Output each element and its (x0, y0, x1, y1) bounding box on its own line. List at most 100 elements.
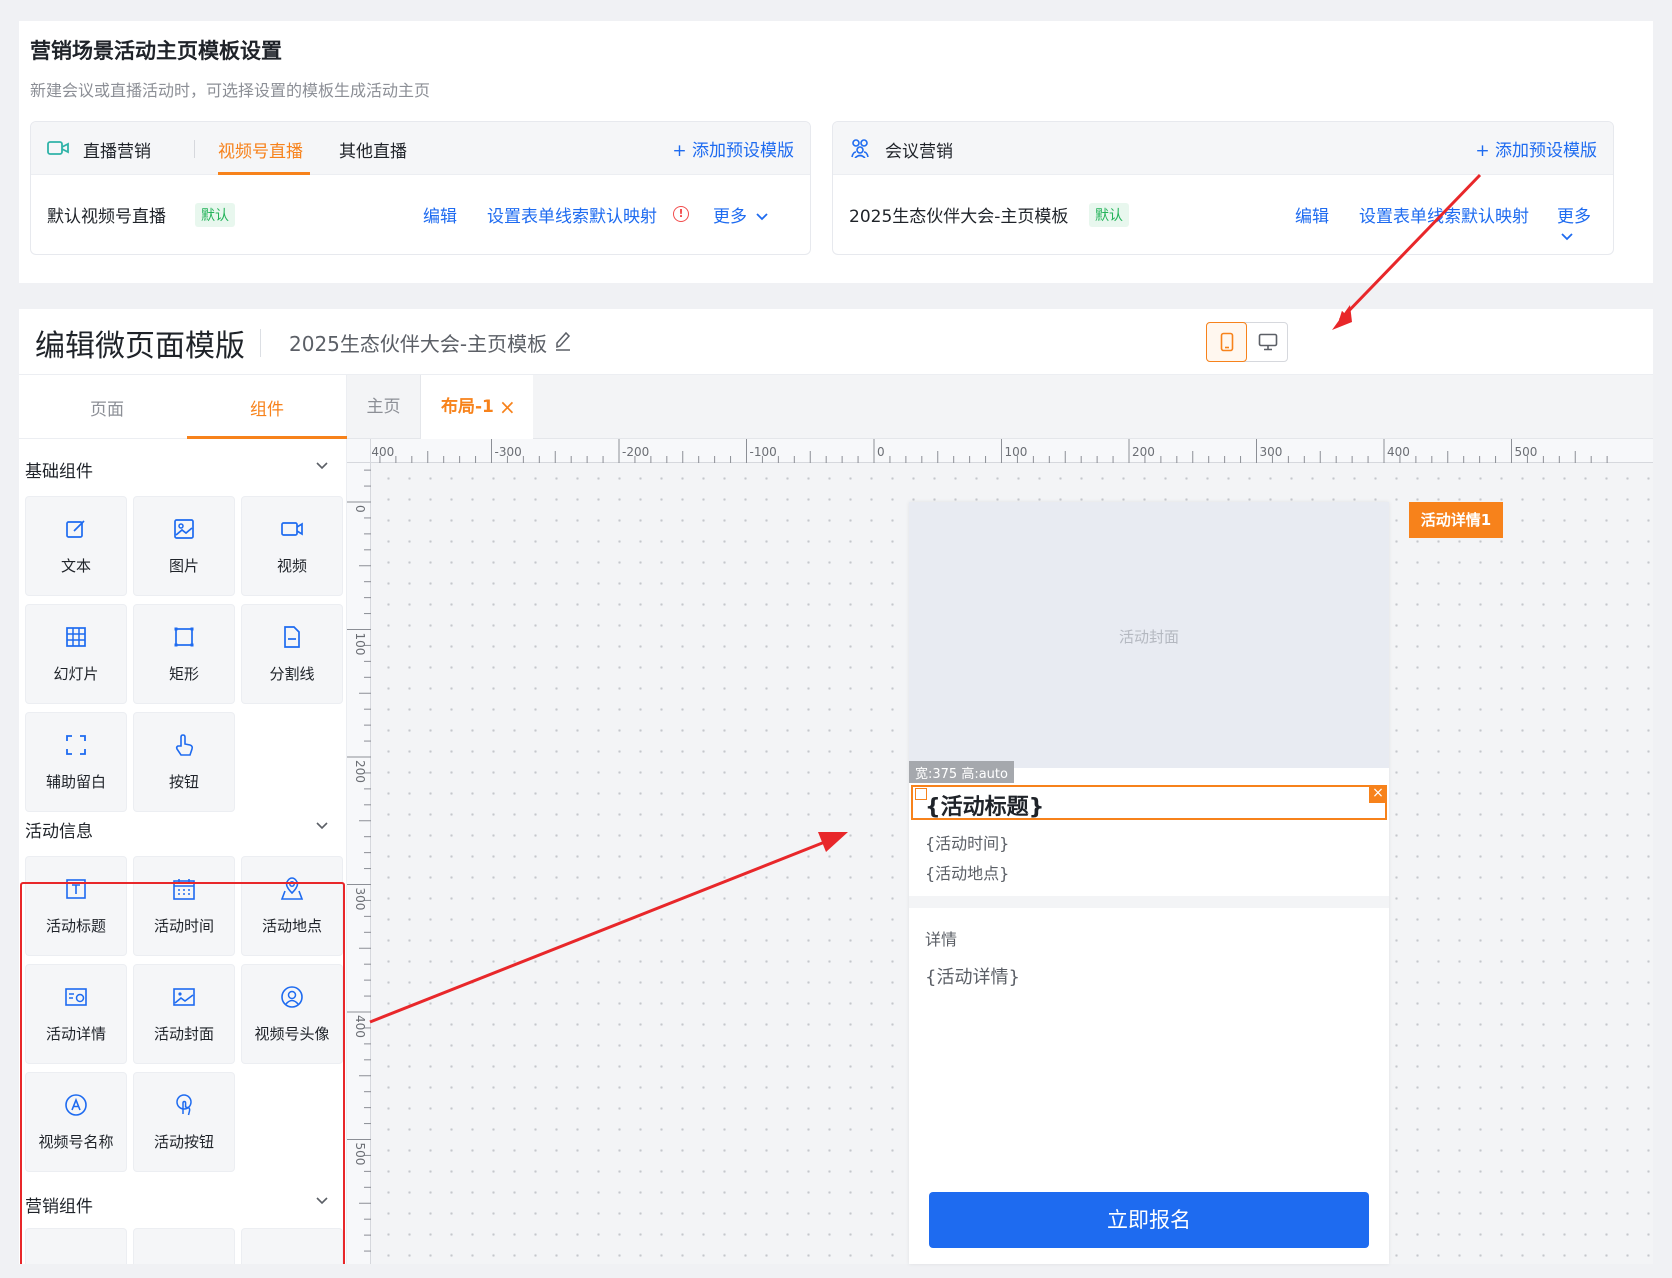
ruler-corner (347, 439, 371, 463)
more-label: 更多 (1557, 207, 1591, 227)
settings-subtitle: 新建会议或直播活动时，可选择设置的模板生成活动主页 (30, 81, 431, 100)
component-divider[interactable]: 分割线 (241, 604, 343, 704)
more-dropdown[interactable]: 更多 (713, 202, 769, 227)
desktop-view-button[interactable] (1247, 322, 1288, 362)
divider (194, 140, 195, 158)
add-preset-template-button[interactable]: + 添加预设模版 (1475, 136, 1597, 161)
ruler-label: 500 (1515, 445, 1538, 459)
ruler-label: 100 (1005, 445, 1028, 459)
tab-layout-1[interactable]: 布局-1 × (421, 375, 533, 439)
ruler-label: -200 (622, 445, 649, 459)
component-marketing-partial[interactable] (241, 1228, 343, 1264)
meeting-marketing-card: 会议营销 + 添加预设模版 2025生态伙伴大会-主页模板 默认 编辑 设置表单… (832, 121, 1614, 255)
group-header-activity[interactable]: 活动信息 (19, 807, 347, 847)
pencil-edit-icon[interactable] (554, 330, 572, 352)
close-icon[interactable]: × (1369, 785, 1387, 803)
active-tab-indicator (187, 436, 347, 439)
warning-icon[interactable]: ! (673, 206, 689, 222)
default-badge: 默认 (195, 203, 235, 227)
rectangle-icon (174, 627, 194, 647)
ruler-label: 200 (1132, 445, 1155, 459)
divider-icon (284, 626, 300, 648)
side-tabs: 页面 组件 (19, 375, 347, 439)
ruler-label: -100 (750, 445, 777, 459)
anchor-tag-activity-detail[interactable]: 活动详情1 (1409, 502, 1503, 538)
tab-other-live[interactable]: 其他直播 (339, 137, 407, 162)
live-card-header: 直播营销 视频号直播 其他直播 + 添加预设模版 (31, 122, 810, 175)
editor-title: 编辑微页面模版 (35, 329, 245, 364)
more-dropdown[interactable]: 更多 (1557, 202, 1597, 247)
ruler-label: 300 (353, 888, 367, 911)
component-whitespace[interactable]: 辅助留白 (25, 712, 127, 812)
mobile-icon (1220, 332, 1233, 352)
group-header-marketing[interactable]: 营销组件 (19, 1182, 347, 1222)
chevron-down-icon (316, 462, 328, 470)
component-rectangle[interactable]: 矩形 (133, 604, 235, 704)
component-label: 图片 (168, 557, 199, 575)
people-group-icon (851, 139, 869, 158)
edit-link[interactable]: 编辑 (423, 202, 457, 227)
add-preset-template-button[interactable]: + 添加预设模版 (672, 136, 794, 161)
section-divider (909, 896, 1389, 908)
ruler-label: 500 (353, 1143, 367, 1166)
tab-home-page[interactable]: 主页 (347, 375, 421, 439)
ruler-label: -300 (495, 445, 522, 459)
component-image[interactable]: 图片 (133, 496, 235, 596)
ruler-label: 0 (353, 505, 367, 513)
editor-template-name: 2025生态伙伴大会-主页模板 (289, 332, 548, 356)
component-text[interactable]: 文本 (25, 496, 127, 596)
video-camera-icon (47, 141, 69, 155)
tab-components[interactable]: 组件 (187, 395, 347, 420)
activity-cover-placeholder[interactable]: 活动封面 (909, 502, 1389, 768)
signup-button[interactable]: 立即报名 (929, 1192, 1369, 1248)
component-slideshow[interactable]: 幻灯片 (25, 604, 127, 704)
set-form-mapping-link[interactable]: 设置表单线索默认映射 (1359, 202, 1529, 227)
text-edit-icon (66, 520, 85, 538)
edit-link[interactable]: 编辑 (1295, 202, 1329, 227)
tab-label: 布局-1 (441, 397, 494, 417)
component-button[interactable]: 按钮 (133, 712, 235, 812)
component-panel: 页面 组件 基础组件 文本 图片 视频 幻灯片 矩形 分割线 辅助留白 按钮 活… (19, 375, 347, 1264)
divider (260, 329, 261, 357)
activity-detail-text[interactable]: {活动详情} (925, 963, 1020, 989)
component-video[interactable]: 视频 (241, 496, 343, 596)
ruler-label: -400 (371, 445, 394, 459)
horizontal-ruler: -400 -300 -200 -100 0 100 200 300 400 500 (367, 439, 1653, 463)
more-label: 更多 (713, 207, 747, 227)
close-icon[interactable]: × (499, 375, 516, 439)
activity-time-text[interactable]: {活动时间} (925, 830, 1009, 854)
micro-page-editor: 编辑微页面模版 2025生态伙伴大会-主页模板 页面 组件 基础组件 文本 图片… (19, 309, 1653, 1264)
component-marketing-partial[interactable] (133, 1228, 235, 1264)
ruler-label: 400 (353, 1015, 367, 1038)
group-title: 基础组件 (25, 462, 93, 482)
ruler-label: 200 (353, 760, 367, 783)
size-indicator: 宽:375 高:auto (909, 761, 1014, 783)
default-badge: 默认 (1089, 203, 1129, 227)
component-label: 辅助留白 (45, 773, 106, 791)
template-name: 2025生态伙伴大会-主页模板 (849, 207, 1069, 227)
activity-place-text[interactable]: {活动地点} (925, 860, 1009, 884)
video-icon (281, 522, 303, 536)
cover-label: 活动封面 (1118, 628, 1179, 646)
group-header-basic[interactable]: 基础组件 (19, 447, 347, 487)
ruler-label: 300 (1260, 445, 1283, 459)
live-category-label: 直播营销 (83, 142, 151, 162)
component-label: 幻灯片 (53, 665, 99, 683)
desktop-monitor-icon (1258, 333, 1277, 351)
tab-channels-live[interactable]: 视频号直播 (218, 137, 303, 162)
whitespace-icon (66, 735, 86, 755)
selected-activity-title[interactable]: {活动标题} × (911, 785, 1387, 820)
ruler-label: 400 (1387, 445, 1410, 459)
ruler-ticks: 01002003004005006 (347, 469, 371, 1252)
template-settings-panel: 营销场景活动主页模板设置 新建会议或直播活动时，可选择设置的模板生成活动主页 直… (19, 21, 1653, 283)
tab-page[interactable]: 页面 (27, 395, 187, 420)
mobile-view-button[interactable] (1206, 322, 1247, 362)
component-label: 分割线 (269, 665, 315, 683)
chevron-down-icon (316, 1197, 328, 1205)
active-tab-indicator (218, 172, 310, 175)
set-form-mapping-link[interactable]: 设置表单线索默认映射 (487, 202, 657, 227)
meeting-card-header: 会议营销 + 添加预设模版 (833, 122, 1613, 175)
component-marketing-partial[interactable] (25, 1228, 127, 1264)
component-label: 视频 (276, 557, 307, 575)
editor-header: 编辑微页面模版 2025生态伙伴大会-主页模板 (19, 309, 1653, 375)
